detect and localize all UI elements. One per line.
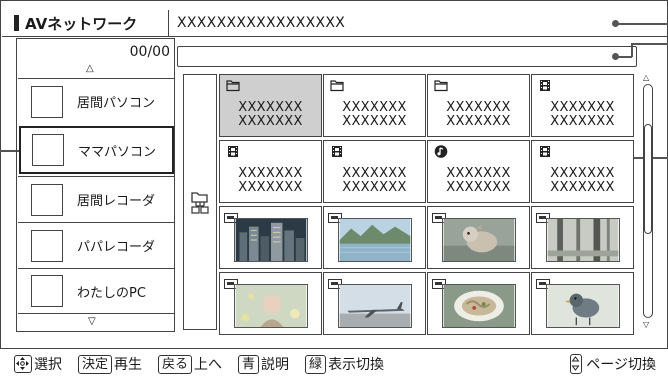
tile-title-line1: XXXXXXX	[238, 166, 303, 181]
tile-title-line2: XXXXXXX	[550, 114, 615, 129]
device-label: ママパソコン	[78, 144, 157, 160]
device-label: パパレコーダ	[77, 240, 156, 255]
callout-line-path	[618, 23, 668, 25]
info-bar	[177, 46, 637, 67]
callout-line-input-top	[631, 43, 668, 45]
photo-tile[interactable]	[531, 206, 634, 269]
device-label: わたしのPC	[77, 285, 146, 301]
scroll-down-icon[interactable]: ▽	[643, 321, 649, 329]
city-night-photo	[234, 218, 308, 262]
film-icon	[540, 80, 550, 91]
footer-select: 選択	[14, 354, 62, 374]
device-item-my-pc[interactable]: わたしのPC	[18, 268, 174, 314]
back-key: 戻る	[158, 354, 193, 374]
device-item-living-recorder[interactable]: 居間レコーダ	[18, 176, 174, 222]
tile-title-line2: XXXXXXX	[446, 114, 511, 129]
footer-blue: 青 説明	[238, 354, 289, 374]
tile-title-line2: XXXXXXX	[342, 180, 407, 195]
tile-title-line2: XXXXXXX	[342, 114, 407, 129]
tile-title-line1: XXXXXXX	[342, 100, 407, 115]
parent-folder-column[interactable]	[183, 74, 217, 330]
film-icon	[228, 146, 238, 157]
app-title-text: AVネットワーク	[25, 14, 138, 33]
back-label: 上へ	[194, 357, 223, 373]
tile-title-line1: XXXXXXX	[342, 166, 407, 181]
current-path: XXXXXXXXXXXXXXXXX	[169, 10, 668, 37]
scroll-thumb[interactable]	[644, 124, 652, 234]
photo-tile[interactable]	[323, 206, 426, 269]
tile-title-line1: XXXXXXX	[238, 100, 303, 115]
footer-guide: 選択 決定 再生 戻る 上へ 青 説明 緑 表示切換 ページ切換	[0, 350, 668, 378]
forest-photo	[546, 218, 620, 262]
tile-title-line1: XXXXXXX	[550, 100, 615, 115]
device-icon-placeholder	[31, 183, 63, 216]
content-tile-folder[interactable]: XXXXXXX XXXXXXX	[219, 74, 322, 137]
folder-icon	[226, 80, 240, 92]
footer-enter: 決定 再生	[78, 354, 142, 374]
dpad-icon	[14, 355, 32, 373]
device-item-papa-recorder[interactable]: パパレコーダ	[18, 222, 174, 268]
grid-scrollbar[interactable]: △ ▽	[641, 74, 655, 330]
enter-label: 再生	[114, 357, 143, 373]
device-label: 居間レコーダ	[77, 194, 156, 209]
content-tile-music[interactable]: XXXXXXX XXXXXXX	[427, 140, 530, 203]
tile-title-line2: XXXXXXX	[238, 114, 303, 129]
airplane-photo	[338, 284, 412, 328]
tile-title-line1: XXXXXXX	[446, 166, 511, 181]
tile-title-line2: XXXXXXX	[550, 180, 615, 195]
music-icon	[434, 145, 448, 158]
device-icon-placeholder	[31, 85, 63, 118]
dog-photo	[442, 218, 516, 262]
title-bar-mark	[14, 15, 19, 31]
folder-icon	[330, 80, 344, 92]
content-tile-folder[interactable]: XXXXXXX XXXXXXX	[427, 74, 530, 137]
green-key: 緑	[305, 354, 327, 374]
photo-tile[interactable]	[219, 206, 322, 269]
device-item-mama-pc[interactable]: ママパソコン	[19, 126, 174, 174]
scroll-down-arrow-icon[interactable]: ▽	[88, 317, 96, 327]
folder-tree-icon	[191, 192, 209, 214]
app-title: AVネットワーク	[2, 10, 169, 37]
page-updown-icon	[570, 354, 583, 374]
device-label: 居間パソコン	[77, 96, 156, 111]
blue-key: 青	[238, 354, 260, 374]
film-icon	[540, 146, 550, 157]
device-icon-placeholder	[31, 275, 63, 307]
scroll-up-icon[interactable]: △	[643, 74, 649, 82]
food-plate-photo	[442, 284, 516, 328]
content-tile-video[interactable]: XXXXXXX XXXXXXX	[531, 74, 634, 137]
page-counter: 00/00	[129, 44, 170, 60]
footer-green: 緑 表示切換	[305, 354, 384, 374]
enter-key: 決定	[78, 354, 113, 374]
green-label: 表示切換	[328, 357, 385, 373]
blue-label: 説明	[261, 357, 290, 373]
footer-page: ページ切換	[570, 354, 656, 374]
scroll-up-arrow-icon[interactable]: △	[86, 64, 94, 74]
photo-tile[interactable]	[323, 272, 426, 335]
tile-title-line1: XXXXXXX	[550, 166, 615, 181]
content-tile-video[interactable]: XXXXXXX XXXXXXX	[219, 140, 322, 203]
footer-back: 戻る 上へ	[158, 354, 222, 374]
tile-title-line2: XXXXXXX	[446, 180, 511, 195]
select-label: 選択	[34, 357, 62, 373]
content-tile-folder[interactable]: XXXXXXX XXXXXXX	[323, 74, 426, 137]
child-flowers-photo	[234, 284, 308, 328]
lake-mountain-photo	[338, 218, 412, 262]
tile-title-line1: XXXXXXX	[446, 100, 511, 115]
content-tile-video[interactable]: XXXXXXX XXXXXXX	[531, 140, 634, 203]
device-icon-placeholder	[32, 134, 64, 166]
film-icon	[332, 146, 342, 157]
photo-tile[interactable]	[427, 206, 530, 269]
content-tile-video[interactable]: XXXXXXX XXXXXXX	[323, 140, 426, 203]
folder-icon	[434, 80, 448, 92]
device-item-living-pc[interactable]: 居間パソコン	[18, 78, 174, 124]
device-icon-placeholder	[31, 229, 63, 262]
photo-tile[interactable]	[427, 272, 530, 335]
photo-tile[interactable]	[219, 272, 322, 335]
bird-photo	[546, 284, 620, 328]
tile-title-line2: XXXXXXX	[238, 180, 303, 195]
page-label: ページ切換	[586, 357, 656, 373]
photo-tile[interactable]	[531, 272, 634, 335]
